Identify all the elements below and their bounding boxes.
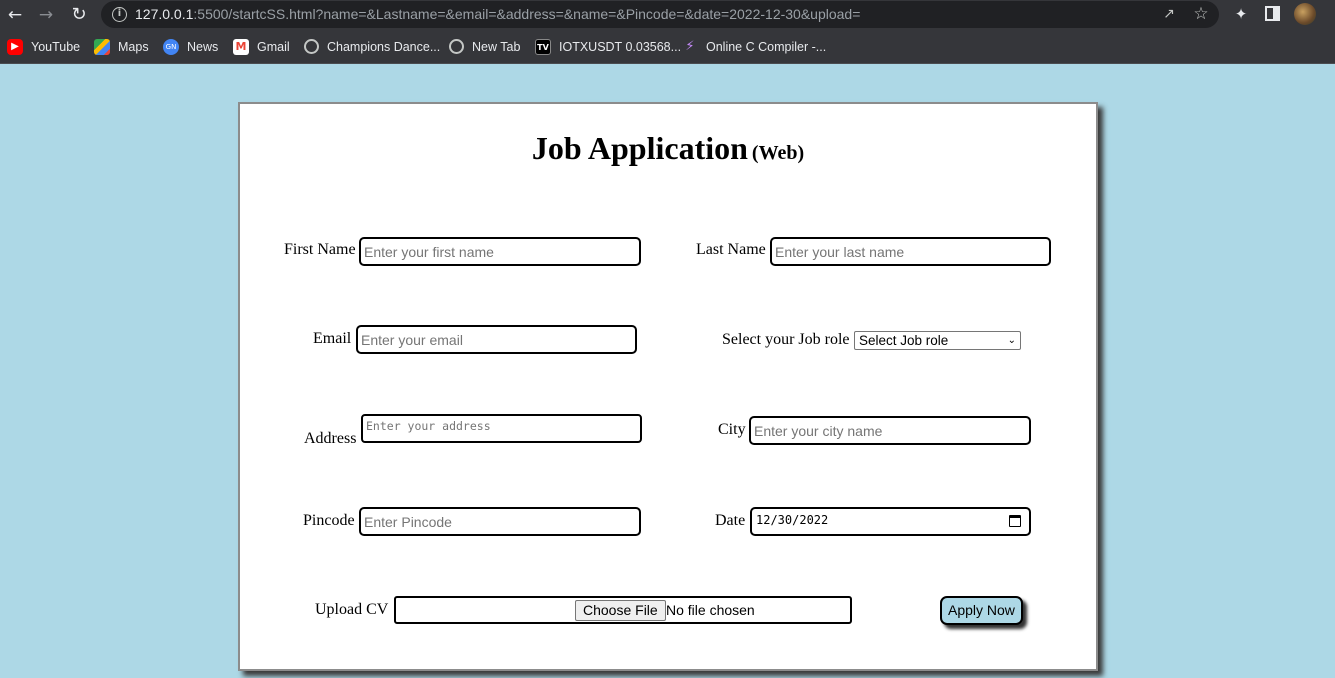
reload-icon[interactable]: ↻ (68, 4, 90, 26)
page-title: Job Application (Web) (240, 130, 1096, 167)
address-bar[interactable]: i 127.0.0.1:5500/startcSS.html?name=&Las… (101, 1, 1219, 28)
city-label: City (718, 421, 746, 438)
city-input[interactable] (749, 416, 1031, 445)
first-name-input[interactable] (359, 237, 641, 266)
cv-file-input[interactable]: Choose File No file chosen (394, 596, 852, 624)
tradingview-icon: TV (535, 38, 551, 55)
address-textarea[interactable] (361, 414, 642, 443)
job-role-selected: Select Job role (859, 333, 949, 348)
bookmark-label: IOTXUSDT 0.03568... (559, 39, 682, 54)
extensions-puzzle-icon[interactable]: ✦ (1231, 4, 1251, 24)
bookmark-maps[interactable]: Maps (94, 38, 149, 55)
globe-icon (449, 39, 464, 54)
bookmark-label: Gmail (257, 39, 290, 54)
globe-icon (304, 39, 319, 54)
bookmark-label: News (187, 39, 219, 54)
bookmark-label: New Tab (472, 39, 521, 54)
choose-file-button[interactable]: Choose File (575, 600, 666, 621)
url-text[interactable]: 127.0.0.1:5500/startcSS.html?name=&Lastn… (135, 6, 860, 22)
calendar-icon[interactable] (1009, 515, 1021, 527)
last-name-input[interactable] (770, 237, 1051, 266)
gmail-icon: M (233, 38, 249, 55)
bookmarks-bar: ▶ YouTube Maps GN News M Gmail Champions Da… (0, 29, 1335, 64)
news-icon: GN (163, 38, 179, 55)
pincode-input[interactable] (359, 507, 641, 536)
first-name-label: First Name (284, 241, 356, 258)
job-application-form: Job Application (Web) First Name Last Na… (238, 102, 1098, 671)
job-role-select[interactable]: Select Job role ⌄ (854, 331, 1021, 350)
file-status-text: No file chosen (666, 602, 755, 618)
youtube-icon: ▶ (7, 38, 23, 55)
profile-avatar[interactable] (1294, 3, 1316, 25)
back-arrow-icon[interactable]: ← (4, 4, 26, 26)
pincode-label: Pincode (303, 512, 355, 529)
bookmark-news[interactable]: GN News (163, 38, 218, 55)
apply-now-button[interactable]: Apply Now (940, 596, 1023, 625)
upload-cv-label: Upload CV (315, 601, 389, 618)
bookmark-champions-dance[interactable]: Champions Dance... (304, 38, 440, 55)
date-value: 12/30/2022 (756, 513, 829, 527)
chevron-down-icon: ⌄ (1007, 335, 1016, 346)
date-label: Date (715, 512, 746, 529)
share-icon[interactable]: ↗ (1160, 5, 1178, 23)
bolt-icon: ⚡ (685, 38, 695, 54)
email-label: Email (313, 330, 352, 347)
bookmark-star-icon[interactable]: ☆ (1192, 5, 1210, 23)
date-input[interactable]: 12/30/2022 (750, 507, 1031, 536)
last-name-label: Last Name (696, 241, 766, 258)
maps-icon (94, 38, 110, 55)
form-title: Job Application (531, 130, 748, 166)
bookmark-iotxusdt[interactable]: TV IOTXUSDT 0.03568... (535, 38, 681, 55)
bookmark-online-c-compiler[interactable]: ⚡ Online C Compiler -... (682, 38, 826, 55)
bookmark-youtube[interactable]: ▶ YouTube (7, 38, 80, 55)
browser-toolbar: ← → ↻ i 127.0.0.1:5500/startcSS.html?nam… (0, 0, 1335, 29)
bookmark-label: YouTube (31, 39, 81, 54)
email-input[interactable] (356, 325, 637, 354)
bookmark-label: Champions Dance... (327, 39, 441, 54)
job-role-label: Select your Job role (722, 331, 850, 348)
bookmark-label: Maps (118, 39, 149, 54)
site-info-icon[interactable]: i (112, 7, 127, 22)
side-panel-icon[interactable] (1265, 6, 1280, 21)
url-host: 127.0.0.1 (135, 6, 194, 22)
bookmark-new-tab[interactable]: New Tab (449, 38, 520, 55)
bookmark-gmail[interactable]: M Gmail (233, 38, 290, 55)
forward-arrow-icon[interactable]: → (35, 4, 57, 26)
url-path: :5500/startcSS.html?name=&Lastname=&emai… (193, 6, 861, 22)
address-label: Address (304, 430, 357, 447)
form-subtitle: (Web) (751, 142, 805, 164)
bookmark-label: Online C Compiler -... (706, 39, 827, 54)
